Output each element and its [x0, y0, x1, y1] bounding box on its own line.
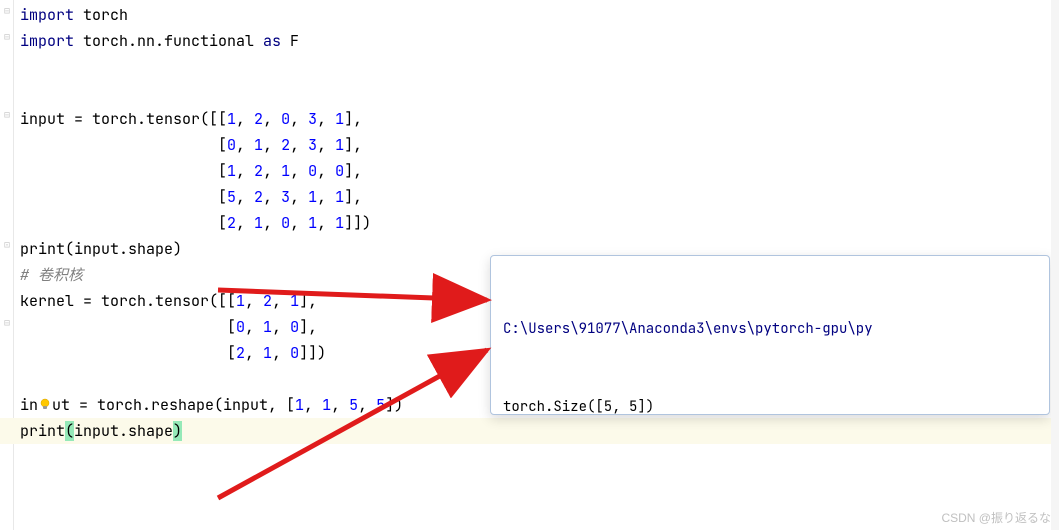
output-line: torch.Size([5, 5])	[503, 394, 1037, 415]
number: 2	[236, 343, 245, 363]
number: 2	[254, 187, 263, 207]
code-text: ])	[385, 395, 403, 415]
number: 1	[335, 187, 344, 207]
code-text: ut = torch.reshape(input, [	[52, 395, 295, 415]
number: 5	[349, 395, 358, 415]
code-line[interactable]: [5, 2, 3, 1, 1],	[0, 184, 1059, 210]
code-line[interactable]: [0, 1, 2, 3, 1],	[0, 132, 1059, 158]
keyword: import	[20, 31, 74, 51]
code-line[interactable]: [2, 1, 0, 1, 1]])	[0, 210, 1059, 236]
code-text: input = torch.tensor([[	[20, 109, 227, 129]
number: 1	[335, 135, 344, 155]
number: 1	[227, 109, 236, 129]
code-text: [	[20, 317, 236, 337]
code-text: F	[281, 31, 299, 51]
number: 0	[308, 161, 317, 181]
number: 0	[335, 161, 344, 181]
number: 2	[254, 109, 263, 129]
number: 1	[254, 213, 263, 233]
code-text: in	[20, 395, 38, 415]
code-text: [	[20, 343, 236, 363]
number: 5	[376, 395, 385, 415]
number: 1	[335, 213, 344, 233]
paren-match: (	[65, 421, 74, 441]
code-text: ]])	[344, 213, 371, 233]
code-text: [	[20, 213, 227, 233]
code-text: [	[20, 161, 227, 181]
number: 1	[295, 395, 304, 415]
code-line[interactable]: import torch	[0, 2, 1059, 28]
number: 1	[236, 291, 245, 311]
code-text: ],	[344, 135, 362, 155]
number: 0	[281, 109, 290, 129]
number: 1	[227, 161, 236, 181]
paren-match: )	[173, 421, 182, 441]
number: 3	[308, 135, 317, 155]
number: 0	[290, 343, 299, 363]
keyword: import	[20, 5, 74, 25]
number: 1	[263, 343, 272, 363]
code-text: kernel = torch.tensor([[	[20, 291, 236, 311]
number: 2	[281, 135, 290, 155]
number: 5	[227, 187, 236, 207]
code-text: torch	[74, 5, 128, 25]
code-text: ],	[299, 317, 317, 337]
code-line[interactable]: import torch.nn.functional as F	[0, 28, 1059, 54]
output-path: C:\Users\91077\Anaconda3\envs\pytorch-gp…	[503, 316, 1037, 342]
code-text: ],	[344, 187, 362, 207]
code-text: [	[20, 135, 227, 155]
code-text: [	[20, 187, 227, 207]
comment: # 卷积核	[20, 265, 83, 285]
scrollbar-track[interactable]	[1051, 0, 1059, 530]
number: 0	[290, 317, 299, 337]
code-line[interactable]	[0, 80, 1059, 106]
watermark: CSDN @振り返るな	[941, 509, 1051, 526]
number: 1	[308, 213, 317, 233]
code-text: ],	[299, 291, 317, 311]
code-text: input.shape	[74, 421, 173, 441]
number: 2	[263, 291, 272, 311]
intention-bulb-icon[interactable]	[38, 394, 52, 408]
number: 2	[227, 213, 236, 233]
output-panel: C:\Users\91077\Anaconda3\envs\pytorch-gp…	[490, 255, 1050, 415]
number: 0	[281, 213, 290, 233]
number: 1	[322, 395, 331, 415]
number: 3	[308, 109, 317, 129]
number: 1	[254, 135, 263, 155]
code-line-highlighted[interactable]: print(input.shape)	[0, 418, 1059, 444]
code-text: print(input.shape)	[20, 239, 182, 259]
code-text: ],	[344, 109, 362, 129]
number: 1	[335, 109, 344, 129]
keyword: as	[263, 31, 281, 51]
code-line[interactable]	[0, 54, 1059, 80]
number: 2	[254, 161, 263, 181]
number: 0	[236, 317, 245, 337]
code-text: ],	[344, 161, 362, 181]
code-text: torch.nn.functional	[74, 31, 263, 51]
code-text: print	[20, 421, 65, 441]
code-text: ]])	[299, 343, 326, 363]
code-line[interactable]: input = torch.tensor([[1, 2, 0, 3, 1],	[0, 106, 1059, 132]
number: 1	[290, 291, 299, 311]
number: 0	[227, 135, 236, 155]
number: 1	[308, 187, 317, 207]
number: 3	[281, 187, 290, 207]
code-line[interactable]: [1, 2, 1, 0, 0],	[0, 158, 1059, 184]
number: 1	[281, 161, 290, 181]
number: 1	[263, 317, 272, 337]
